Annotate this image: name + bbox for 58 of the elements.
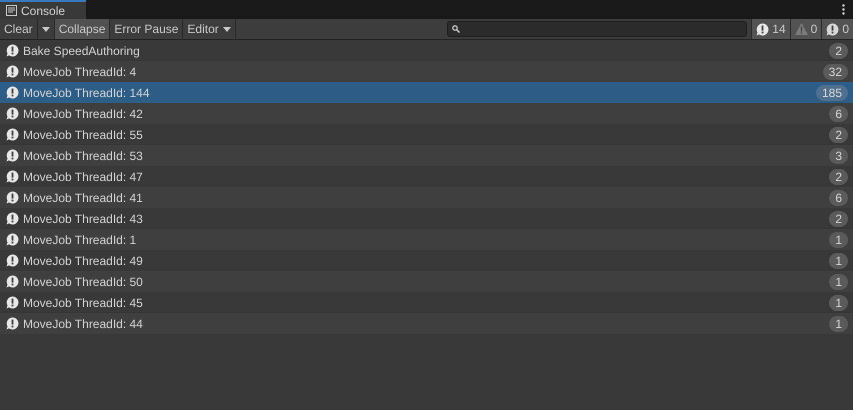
count-badge: 1 <box>829 232 848 248</box>
log-entry[interactable]: MoveJob ThreadId: 47 2 <box>0 166 853 187</box>
console-icon <box>6 5 17 16</box>
info-filter-button[interactable]: 14 <box>751 19 790 39</box>
count-badge: 2 <box>829 168 848 184</box>
info-icon <box>6 65 19 78</box>
log-entry[interactable]: Bake SpeedAuthoring 2 <box>0 40 853 61</box>
count-badge: 2 <box>829 210 848 226</box>
log-entry[interactable]: MoveJob ThreadId: 49 1 <box>0 250 853 271</box>
count-badge: 1 <box>829 252 848 268</box>
info-icon <box>6 107 19 120</box>
log-entry[interactable]: MoveJob ThreadId: 144 185 <box>0 82 853 103</box>
count-badge: 1 <box>829 274 848 290</box>
count-badge: 1 <box>829 294 848 310</box>
info-icon <box>6 170 19 183</box>
warning-icon <box>794 23 808 35</box>
info-icon <box>6 275 19 288</box>
count-badge: 6 <box>829 106 848 122</box>
info-icon <box>6 149 19 162</box>
count-badge: 2 <box>829 126 848 142</box>
dropdown-button[interactable]: Editor <box>183 19 236 39</box>
menu-icon[interactable] <box>842 4 845 15</box>
info-icon <box>6 191 19 204</box>
count-badge: 1 <box>829 316 848 332</box>
log-entry[interactable]: MoveJob ThreadId: 42 6 <box>0 103 853 124</box>
info-icon <box>6 233 19 246</box>
error-icon <box>826 22 840 36</box>
caret-icon <box>42 26 50 32</box>
log-entry[interactable]: MoveJob ThreadId: 53 3 <box>0 145 853 166</box>
info-icon <box>6 44 19 57</box>
info-icon <box>756 22 770 36</box>
log-entry[interactable]: MoveJob ThreadId: 41 6 <box>0 187 853 208</box>
clear-button[interactable]: Clear <box>0 19 38 39</box>
caret-icon <box>222 26 231 32</box>
warning-filter-button[interactable]: 0 <box>790 19 822 39</box>
log-entry[interactable]: MoveJob ThreadId: 50 1 <box>0 271 853 292</box>
error-filter-button[interactable]: 0 <box>821 19 853 39</box>
info-icon <box>6 128 19 141</box>
info-icon <box>6 296 19 309</box>
toggle-button[interactable]: Error Pause <box>110 19 184 39</box>
log-entry[interactable]: MoveJob ThreadId: 45 1 <box>0 292 853 313</box>
log-entry[interactable]: MoveJob ThreadId: 55 2 <box>0 124 853 145</box>
log-entry[interactable]: MoveJob ThreadId: 44 1 <box>0 313 853 334</box>
log-entry[interactable]: MoveJob ThreadId: 4 32 <box>0 61 853 82</box>
count-badge: 32 <box>822 64 848 80</box>
log-entry[interactable]: MoveJob ThreadId: 1 1 <box>0 229 853 250</box>
info-icon <box>6 212 19 225</box>
count-badge: 3 <box>829 148 848 164</box>
info-icon <box>6 254 19 267</box>
info-icon <box>6 86 19 99</box>
toggle-button[interactable]: Collapse <box>54 19 110 39</box>
count-badge: 185 <box>816 84 848 100</box>
count-badge: 6 <box>829 190 848 206</box>
info-icon <box>6 317 19 330</box>
search-field[interactable] <box>447 21 748 37</box>
count-badge: 2 <box>829 42 848 58</box>
log-entry[interactable]: MoveJob ThreadId: 43 2 <box>0 208 853 229</box>
search-icon <box>452 25 460 33</box>
